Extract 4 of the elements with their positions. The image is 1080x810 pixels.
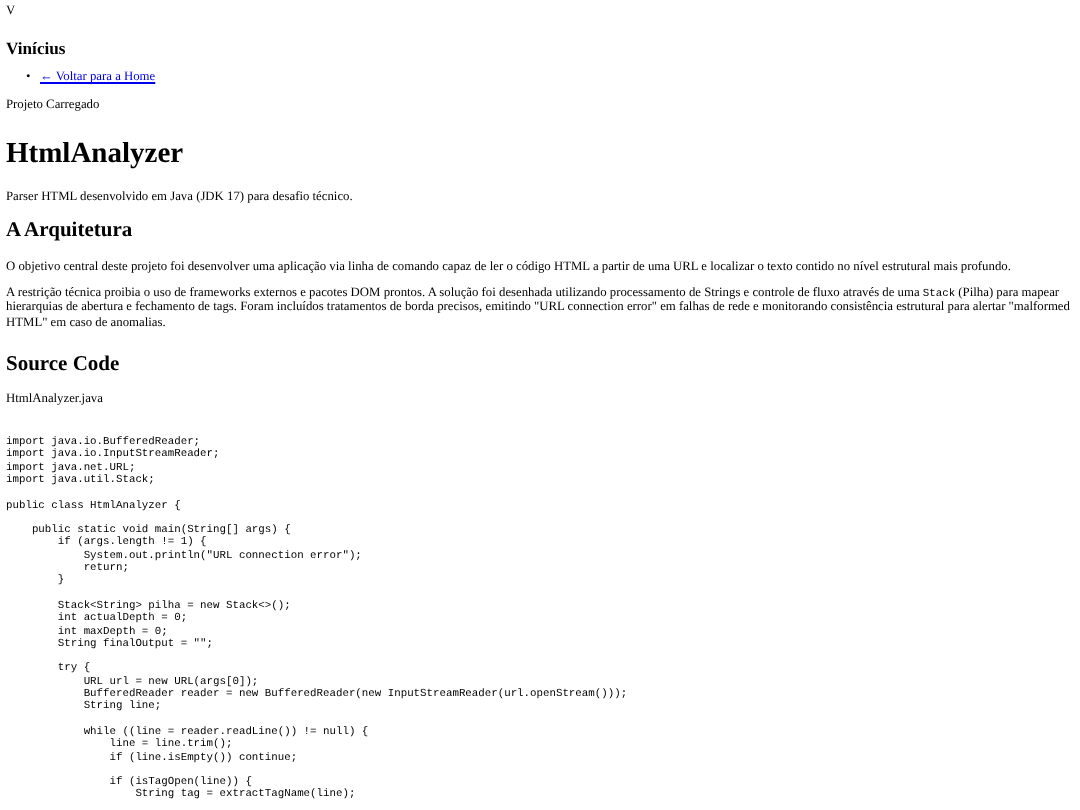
page-title: HtmlAnalyzer (6, 138, 186, 174)
section-heading: Source Code (6, 353, 122, 379)
author-heading: Vinícius (6, 37, 68, 58)
section-heading: A Arquitetura (6, 220, 135, 247)
